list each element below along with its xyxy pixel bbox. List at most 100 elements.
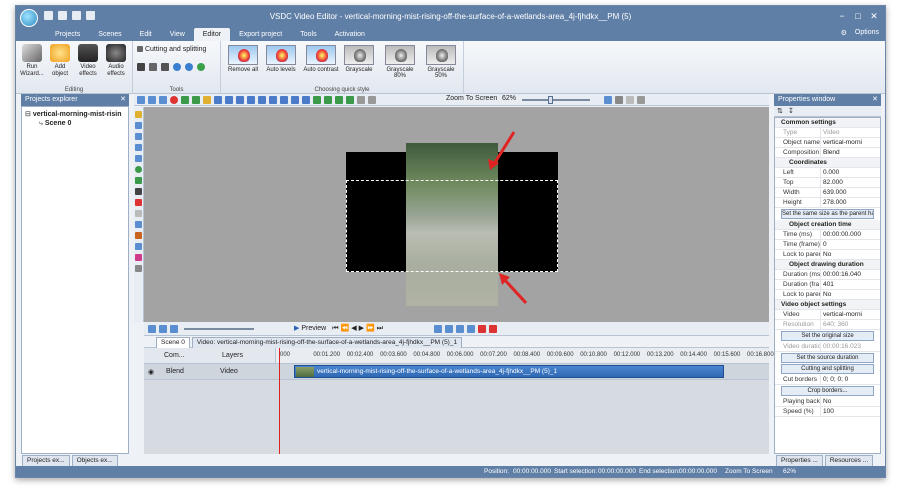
property-value[interactable]: No <box>821 250 880 259</box>
distribute-icon[interactable] <box>280 96 288 104</box>
property-row[interactable]: Video vertical-morni <box>775 310 880 320</box>
zoom-out-icon[interactable] <box>159 325 167 333</box>
property-row[interactable]: Lock to parer No <box>775 250 880 260</box>
property-row[interactable]: Resolution 640; 360 <box>775 320 880 330</box>
align-right-icon[interactable] <box>236 96 244 104</box>
audio-effects-button[interactable]: Audio effects <box>104 44 128 78</box>
rotate-right-icon[interactable] <box>185 63 193 71</box>
property-row[interactable]: Composition mBlend <box>775 148 880 158</box>
preview-button[interactable]: ▶ Preview ⏮⏪◀▶⏩⏭ <box>294 324 414 333</box>
style-auto-contrast[interactable]: Auto contrast <box>303 45 339 73</box>
record-icon[interactable] <box>434 325 442 333</box>
property-section[interactable]: Object drawing duration <box>775 260 880 270</box>
property-row[interactable]: Left 0.000 <box>775 168 880 178</box>
align-left-icon[interactable] <box>214 96 222 104</box>
split-icon[interactable] <box>489 325 497 333</box>
snap-icon[interactable] <box>467 325 475 333</box>
property-value[interactable]: 401 <box>821 280 880 289</box>
align-top-icon[interactable] <box>247 96 255 104</box>
safe-area-icon[interactable] <box>615 96 623 104</box>
crop-view-icon[interactable] <box>626 96 634 104</box>
zoom-slider[interactable] <box>522 96 590 104</box>
property-value[interactable]: 640; 360 <box>821 320 880 329</box>
property-button[interactable]: Crop borders... <box>781 386 874 396</box>
rotate-left-icon[interactable] <box>173 63 181 71</box>
cursor-icon[interactable] <box>137 96 145 104</box>
playhead[interactable] <box>279 348 280 454</box>
menu-edit[interactable]: Edit <box>131 28 161 41</box>
run-wizard-button[interactable]: Run Wizard... <box>20 44 44 78</box>
zoom-mode-select[interactable]: Zoom To Screen <box>446 95 497 102</box>
property-button[interactable]: Set the same size as the parent has <box>781 209 874 219</box>
crop-icon[interactable] <box>137 63 145 71</box>
property-value[interactable]: 00:00:16.040 <box>821 270 880 279</box>
video-effects-button[interactable]: Video effects <box>76 44 100 78</box>
select-tool-icon[interactable] <box>135 111 142 118</box>
options-button[interactable]: Options <box>855 29 879 37</box>
style-grayscale[interactable]: Grayscale <box>343 45 375 73</box>
video-clip[interactable]: vertical-morning-mist-rising-off-the-sur… <box>294 365 724 378</box>
blend-mode-select[interactable]: Blend <box>166 368 184 375</box>
menu-view[interactable]: View <box>161 28 194 41</box>
property-value[interactable]: vertical-morni <box>821 310 880 319</box>
transport-controls-icon[interactable]: ⏮⏪◀▶⏩⏭ <box>332 325 385 332</box>
zoom-fit-icon[interactable] <box>170 325 178 333</box>
style-remove-all[interactable]: Remove all <box>227 45 259 73</box>
property-value[interactable]: vertical-morni <box>821 138 880 147</box>
property-section[interactable]: Common settings <box>775 118 880 128</box>
arrow-bottom-icon[interactable] <box>346 96 354 104</box>
align-middle-icon[interactable] <box>258 96 266 104</box>
minimize-button[interactable]: − <box>835 10 849 22</box>
eye-icon[interactable]: ◉ <box>148 368 154 376</box>
redo-icon[interactable] <box>192 96 200 104</box>
audio-tool-icon[interactable] <box>135 243 142 250</box>
subtitle-tool-icon[interactable] <box>135 199 142 206</box>
sort-icon[interactable]: ⇅ <box>777 107 783 115</box>
zoom-percent-select[interactable]: 62% <box>502 95 516 102</box>
property-row[interactable]: Video duration 00:00:16.023 <box>775 342 880 352</box>
panel-close-icon[interactable]: ✕ <box>872 94 878 106</box>
property-value[interactable]: 00:00:00.000 <box>821 230 880 239</box>
delete-icon[interactable] <box>170 96 178 104</box>
paste-icon[interactable] <box>159 96 167 104</box>
property-row[interactable]: Height 278.000 <box>775 198 880 208</box>
flip-icon[interactable] <box>197 63 205 71</box>
style-grayscale-50[interactable]: Grayscale 50% <box>421 45 461 79</box>
maximize-button[interactable]: □ <box>851 10 865 22</box>
marker-icon[interactable] <box>456 325 464 333</box>
alphabetical-icon[interactable]: ↧ <box>788 107 794 115</box>
property-value[interactable]: 82.000 <box>821 178 880 187</box>
line-tool-icon[interactable] <box>135 144 142 151</box>
arrow-top-icon[interactable] <box>335 96 343 104</box>
grid-icon[interactable] <box>203 96 211 104</box>
zoom-slider-thumb[interactable] <box>548 96 553 104</box>
arrow-up-icon[interactable] <box>313 96 321 104</box>
loop-icon[interactable] <box>445 325 453 333</box>
property-value[interactable]: No <box>821 290 880 299</box>
ungroup-icon[interactable] <box>368 96 376 104</box>
cut-icon[interactable] <box>478 325 486 333</box>
align-bottom-icon[interactable] <box>269 96 277 104</box>
chart-tool-icon[interactable] <box>135 221 142 228</box>
property-row[interactable]: Playing backwaNo <box>775 397 880 407</box>
panel-pin-icon[interactable]: ✕ <box>120 94 126 106</box>
image-tool-icon[interactable] <box>135 133 142 140</box>
preview-icon[interactable] <box>604 96 612 104</box>
balloon-tool-icon[interactable] <box>135 210 142 217</box>
property-value[interactable]: Blend <box>821 148 880 157</box>
copy-icon[interactable] <box>148 96 156 104</box>
text-tool-icon[interactable] <box>135 188 142 195</box>
menu-tools[interactable]: Tools <box>291 28 325 41</box>
menu-editor[interactable]: Editor <box>193 28 231 41</box>
menu-activation[interactable]: Activation <box>326 28 374 41</box>
property-value[interactable]: 278.000 <box>821 198 880 207</box>
cutting-splitting-link[interactable]: Cutting and splitting <box>137 46 206 53</box>
style-grayscale-80[interactable]: Grayscale 80% <box>381 45 419 79</box>
property-button[interactable]: Set the original size <box>781 331 874 341</box>
property-section[interactable]: Object creation time <box>775 220 880 230</box>
property-section[interactable]: Video object settings <box>775 300 880 310</box>
video-tool-icon[interactable] <box>135 122 142 129</box>
property-row[interactable]: Time (frame) 0 <box>775 240 880 250</box>
property-value[interactable]: 00:00:16.023 <box>821 342 880 351</box>
ellipse-tool-icon[interactable] <box>135 166 142 173</box>
